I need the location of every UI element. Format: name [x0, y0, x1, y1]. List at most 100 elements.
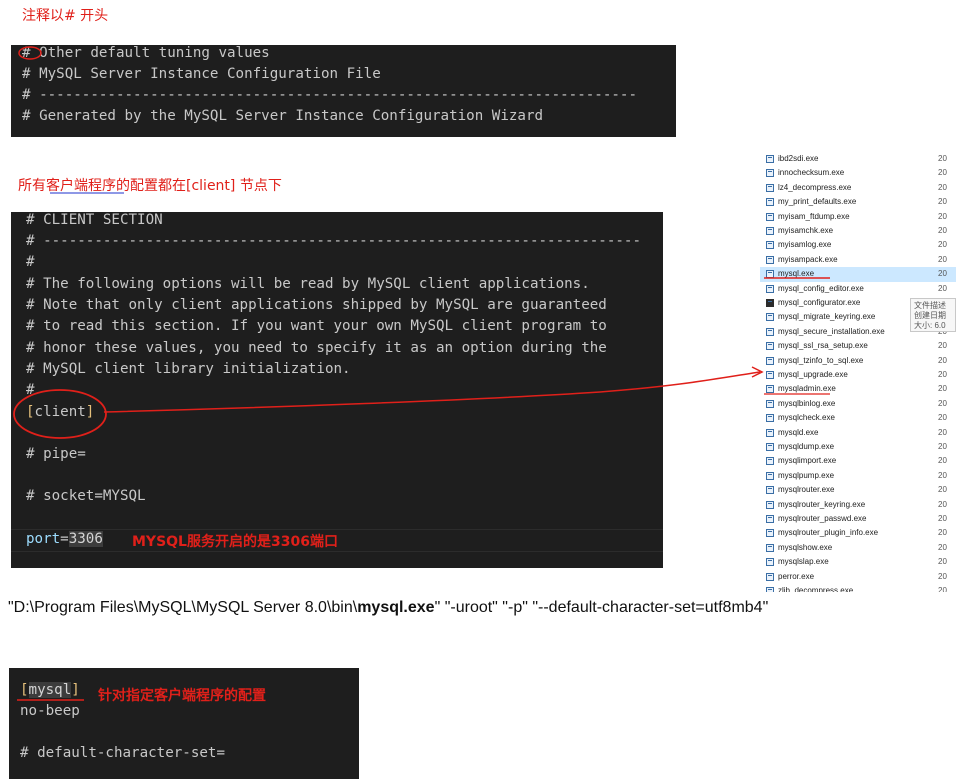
tooltip-line: 大小: 6.0: [914, 321, 946, 330]
exe-file-icon: [766, 428, 774, 437]
file-row[interactable]: myisampack.exe 20: [760, 253, 956, 267]
file-row[interactable]: mysqlcheck.exe 20: [760, 411, 956, 425]
file-name: mysqladmin.exe: [778, 384, 836, 394]
exe-file-icon: [766, 342, 774, 351]
port-value: 3306: [68, 531, 103, 547]
file-row[interactable]: mysqlrouter.exe 20: [760, 483, 956, 497]
file-row[interactable]: ibd2sdi.exe 20: [760, 152, 956, 166]
close-bracket: ]: [85, 404, 95, 420]
file-row[interactable]: my_print_defaults.exe 20: [760, 195, 956, 209]
file-name: myisamchk.exe: [778, 226, 834, 235]
file-date: 20: [938, 442, 947, 451]
code-block-mysql: [mysql] no-beep # default-character-set=…: [9, 668, 359, 779]
section-name: client: [34, 404, 86, 420]
file-date: 20: [938, 211, 947, 221]
file-row[interactable]: mysqlbinlog.exe 20: [760, 397, 956, 411]
file-date: 20: [938, 542, 947, 552]
file-date: 20: [938, 571, 947, 581]
file-row[interactable]: myisam_ftdump.exe 20: [760, 210, 956, 224]
exe-file-icon: [766, 414, 774, 423]
file-row[interactable]: mysqlimport.exe 20: [760, 454, 956, 468]
code-line: # Note that only client applications shi…: [26, 297, 607, 313]
code-line: # socket=MYSQL: [26, 488, 146, 504]
file-row[interactable]: mysqld.exe 20: [760, 426, 956, 440]
file-row[interactable]: mysqlrouter_passwd.exe 20: [760, 512, 956, 526]
mysql-section-header: [mysql]: [20, 680, 80, 701]
exe-file-icon: [766, 572, 774, 581]
file-name: mysql_tzinfo_to_sql.exe: [778, 355, 864, 365]
exe-file-icon: [766, 327, 774, 336]
exe-file-icon: [766, 299, 774, 307]
exe-file-icon: [766, 515, 774, 523]
file-date: 20: [938, 240, 947, 250]
cmd-exe: mysql.exe: [357, 599, 435, 616]
code-line: # pipe=: [26, 446, 86, 462]
file-name: mysqlslap.exe: [778, 557, 829, 567]
file-row[interactable]: mysqladmin.exe 20: [760, 382, 956, 396]
client-annotation: 所有客户端程序的配置都在[client] 节点下: [18, 178, 282, 194]
file-date: 20: [938, 514, 947, 523]
comment-annotation: 注释以# 开头: [22, 8, 109, 24]
file-row[interactable]: mysqlrouter_keyring.exe 20: [760, 498, 956, 512]
file-row[interactable]: mysql_config_editor.exe 20: [760, 282, 956, 296]
code-block-client: # CLIENT SECTION # ---------------------…: [11, 212, 663, 568]
exe-file-icon: [766, 198, 774, 207]
file-name: mysqlcheck.exe: [778, 413, 835, 423]
file-name: mysqlrouter.exe: [778, 485, 835, 495]
file-row[interactable]: mysql_upgrade.exe 20: [760, 368, 956, 382]
exe-file-icon: [766, 558, 774, 567]
file-date: 20: [938, 370, 947, 379]
cmd-suffix: " "-uroot" "-p" "--default-character-set…: [434, 599, 769, 616]
file-row[interactable]: mysql.exe 20: [760, 267, 956, 282]
file-date: 20: [938, 470, 947, 480]
open-bracket: [: [26, 404, 35, 420]
file-row[interactable]: innochecksum.exe 20: [760, 166, 956, 180]
exe-file-icon: [766, 443, 774, 451]
file-name: mysql.exe: [778, 269, 815, 279]
file-date: 20: [938, 586, 947, 592]
file-row[interactable]: mysqlshow.exe 20: [760, 541, 956, 555]
exe-file-icon: [766, 543, 774, 552]
file-row[interactable]: perror.exe 20: [760, 570, 956, 584]
file-row[interactable]: mysqlslap.exe 20: [760, 555, 956, 569]
file-name: perror.exe: [778, 571, 815, 581]
code-line: #: [26, 254, 35, 270]
file-name: mysqlrouter_passwd.exe: [778, 514, 867, 523]
file-explorer-list: ibd2sdi.exe 20 innochecksum.exe 20 lz4_decom…: [760, 148, 956, 592]
file-row[interactable]: mysqlrouter_plugin_info.exe 20: [760, 526, 956, 540]
file-date: 20: [938, 168, 947, 178]
file-date: 20: [938, 413, 947, 423]
file-row[interactable]: mysql_ssl_rsa_setup.exe 20: [760, 339, 956, 353]
file-date: 20: [938, 269, 947, 279]
file-row[interactable]: zlib_decompress.exe 20: [760, 584, 956, 592]
file-name: mysql_migrate_keyring.exe: [778, 312, 876, 322]
file-row[interactable]: mysql_tzinfo_to_sql.exe 20: [760, 354, 956, 368]
code-line: # CLIENT SECTION: [26, 212, 163, 228]
exe-file-icon: [766, 169, 774, 178]
code-line: # default-character-set=: [20, 745, 225, 761]
code-line: # MySQL Server Instance Configuration Fi…: [22, 66, 381, 82]
file-row[interactable]: myisamchk.exe 20: [760, 224, 956, 238]
mysql-annotation: 针对指定客户端程序的配置: [98, 688, 266, 704]
file-name: lz4_decompress.exe: [778, 182, 852, 192]
port-line: port=3306: [26, 529, 103, 550]
tooltip-line: 文件描述: [914, 301, 946, 310]
cmd-prefix: "D:\Program Files\MySQL\MySQL Server 8.0…: [8, 599, 358, 616]
file-date: 20: [938, 283, 947, 293]
tooltip-line: 创建日期: [914, 311, 946, 320]
file-name: mysqldump.exe: [778, 442, 835, 451]
file-name: myisamlog.exe: [778, 240, 832, 250]
file-date: 20: [938, 485, 947, 495]
file-row[interactable]: mysqldump.exe 20: [760, 440, 956, 454]
code-line: # --------------------------------------…: [22, 87, 637, 103]
exe-file-icon: [766, 529, 774, 538]
file-name: mysql_upgrade.exe: [778, 370, 848, 379]
exe-file-icon: [766, 486, 774, 495]
exe-file-icon: [766, 457, 774, 466]
file-date: 20: [938, 427, 947, 437]
file-row[interactable]: lz4_decompress.exe 20: [760, 181, 956, 195]
file-row[interactable]: mysqlpump.exe 20: [760, 469, 956, 483]
code-line: no-beep: [20, 703, 80, 719]
code-line: #: [26, 382, 35, 398]
file-row[interactable]: myisamlog.exe 20: [760, 238, 956, 252]
